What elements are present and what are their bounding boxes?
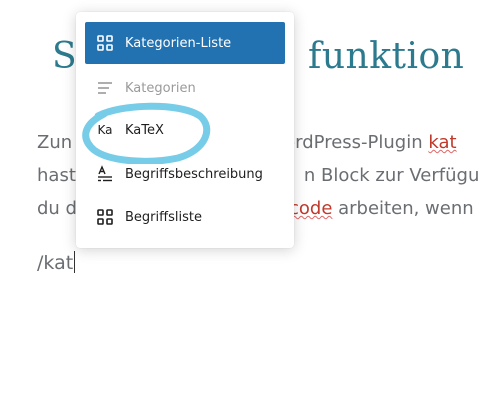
menu-item-begriffsliste[interactable]: Begriffsliste [85, 196, 285, 238]
menu-item-label: Kategorien [125, 80, 196, 96]
menu-item-label: Begriffsbeschreibung [125, 166, 263, 182]
block-inserter-popup: Kategorien-Liste Kategorien Ka KaTeX Beg… [76, 12, 294, 248]
grid-icon [85, 208, 125, 226]
menu-item-label: Kategorien-Liste [125, 35, 232, 51]
line3-link[interactable]: code [289, 198, 332, 219]
menu-item-kategorien-liste[interactable]: Kategorien-Liste [85, 22, 285, 64]
menu-item-begriffsbeschreibung[interactable]: Begriffsbeschreibung [85, 153, 285, 195]
line3-end: arbeiten, wenn [332, 198, 474, 219]
definition-icon [85, 165, 125, 183]
menu-item-label: Begriffsliste [125, 209, 202, 225]
line1-end: ordPress-Plugin [284, 132, 429, 153]
menu-item-katex[interactable]: Ka KaTeX [85, 109, 285, 151]
line2-start: hast [37, 165, 76, 186]
line1-link[interactable]: kat [428, 132, 456, 153]
katex-icon-text: Ka [97, 123, 113, 137]
menu-item-kategorien[interactable]: Kategorien [85, 67, 285, 109]
menu-item-label: KaTeX [125, 122, 164, 138]
line3-start: du d [37, 198, 77, 219]
text-caret [74, 251, 76, 273]
slash-command-text: /kat [37, 252, 74, 274]
slash-command-input[interactable]: /kat [37, 251, 76, 274]
line2-end: n Block zur Verfügu [303, 165, 480, 186]
list-icon [85, 79, 125, 97]
line1-start: Zun [37, 132, 73, 153]
heading-fragment-right: funktion [308, 36, 465, 77]
grid-icon [85, 34, 125, 52]
heading-fragment-left: S [52, 36, 78, 77]
page-heading: S funktion [52, 36, 464, 77]
katex-icon: Ka [85, 123, 125, 137]
